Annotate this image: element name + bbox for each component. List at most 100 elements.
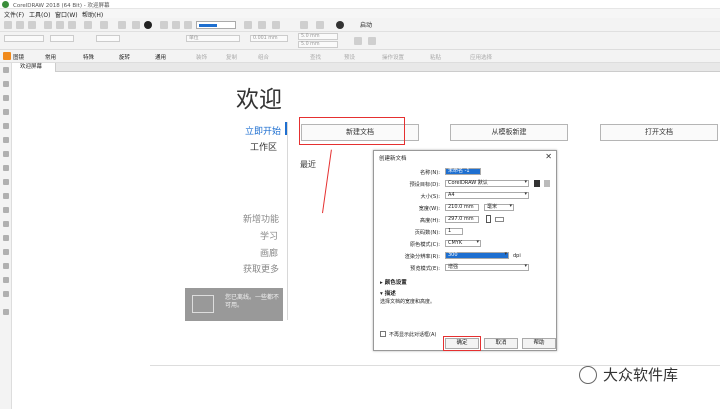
text-tool-icon[interactable] [3,193,9,199]
tab-welcome-screen[interactable]: 欢迎屏幕 [12,63,56,72]
workbar-item[interactable]: 图镜 [13,53,24,61]
name-field[interactable]: 未命名 -1 [445,168,481,175]
rectangle-tool-icon[interactable] [3,151,9,157]
shape-tool-icon[interactable] [3,81,9,87]
name-label: 名称(N): [419,170,440,176]
eyedropper-icon[interactable] [3,263,9,269]
workbar-item[interactable]: 查找 [310,53,321,61]
portrait-icon[interactable] [486,215,491,223]
smart-fill-icon[interactable] [3,291,9,297]
nudge-field[interactable]: 0.001 mm [250,35,288,42]
nav-get-started[interactable]: 立即开始 [201,124,281,137]
ellipse-tool-icon[interactable] [3,165,9,171]
resolution-label: 渲染分辨率(R): [404,254,440,260]
dont-show-checkbox[interactable] [380,331,386,337]
description-toggle[interactable]: ▾ 描述 [380,289,396,297]
snap-options-icon[interactable] [272,21,280,29]
page-icon[interactable] [244,21,252,29]
page-size-field[interactable] [4,35,44,42]
highlight-box [299,117,405,145]
open-icon[interactable] [16,21,24,29]
crop-tool-icon[interactable] [3,95,9,101]
resolution-select[interactable]: 300 [445,252,509,259]
units-field[interactable]: 单位 [186,35,240,42]
drop-shadow-icon[interactable] [3,235,9,241]
new-from-template-button[interactable]: 从模板新建 [450,124,568,141]
window-title: CorelDRAW 2018 (64 Bit) - 欢迎屏幕 [13,3,110,9]
guidelines-icon[interactable] [184,21,192,29]
height-field[interactable]: 297.0 mm [445,216,479,223]
workbar-item[interactable]: 预设 [344,53,355,61]
delete-preset-icon[interactable] [544,180,550,187]
new-icon[interactable] [4,21,12,29]
duplicate-y-field[interactable]: 5.0 mm [298,41,338,48]
launch-menu[interactable]: 启动 [360,20,372,29]
workbar-item[interactable]: 特殊 [83,53,94,61]
cut-icon[interactable] [44,21,52,29]
copy-icon[interactable] [56,21,64,29]
workbar-item[interactable]: 常用 [45,53,56,61]
undo-icon[interactable] [84,21,92,29]
workbar-item[interactable]: 粘贴 [430,53,441,61]
import-icon[interactable] [132,21,140,29]
options-icon[interactable] [316,21,324,29]
size-select[interactable]: A4 [445,192,529,199]
nav-learn[interactable]: 学习 [198,229,278,242]
polygon-tool-icon[interactable] [3,179,9,185]
redo-icon[interactable] [100,21,108,29]
page-height-field[interactable] [96,35,120,42]
search-icon[interactable] [118,21,126,29]
workspace-toolbar: 图镜 常用 特殊 旋转 通用 装饰 复制 组合 查找 预设 操作设置 粘贴 应用… [0,50,720,63]
nav-get-more[interactable]: 获取更多 [199,262,279,275]
pages-icon[interactable] [354,37,362,45]
snap-icon[interactable] [258,21,266,29]
open-document-button[interactable]: 打开文档 [600,124,718,141]
workbar-item[interactable]: 装饰 [196,53,207,61]
width-field[interactable]: 210.0 mm [445,204,479,211]
description-label: 描述 [384,291,396,297]
help-button[interactable]: 帮助 [522,338,556,349]
paste-icon[interactable] [68,21,76,29]
preset-select[interactable]: CorelDRAW 默认 [445,180,529,187]
add-tool-icon[interactable] [3,309,9,315]
preview-mode-select[interactable]: 增强 [445,264,529,271]
zoom-level-select[interactable] [196,21,236,29]
save-icon[interactable] [28,21,36,29]
page-width-field[interactable] [50,35,74,42]
workbar-item[interactable]: 组合 [258,53,269,61]
workbar-item[interactable]: 通用 [155,53,166,61]
cancel-button[interactable]: 取消 [484,338,518,349]
gear-icon[interactable] [336,21,344,29]
nav-gallery[interactable]: 画廊 [198,246,278,259]
bleed-icon[interactable] [300,21,308,29]
freehand-tool-icon[interactable] [3,123,9,129]
width-label: 宽度(W): [418,206,440,212]
workbar-item[interactable]: 操作设置 [382,53,404,61]
save-preset-icon[interactable] [534,180,540,187]
zoom-tool-icon[interactable] [3,109,9,115]
interactive-fill-icon[interactable] [3,277,9,283]
close-icon[interactable]: ✕ [545,152,552,161]
nav-whats-new[interactable]: 新增功能 [199,212,279,225]
workbar-item[interactable]: 应用选择 [470,53,492,61]
pick-tool-icon[interactable] [3,67,9,73]
pages-field[interactable]: 1 [445,228,463,235]
page-title: 欢迎 [236,87,282,113]
workbar-item[interactable]: 旋转 [119,53,130,61]
offline-tip-text: 您已离线。一些都不可用。 [225,294,280,309]
duplicate-x-field[interactable]: 5.0 mm [298,33,338,40]
grid-icon[interactable] [172,21,180,29]
color-settings-toggle[interactable]: ▸ 颜色设置 [380,278,407,286]
nav-workspace[interactable]: 工作区 [197,140,277,153]
workbar-item[interactable]: 复制 [226,53,237,61]
parallel-dimension-icon[interactable] [3,207,9,213]
color-mode-select[interactable]: CMYK [445,240,481,247]
convert-icon[interactable] [368,37,376,45]
unit-select[interactable]: 毫米 [484,204,514,211]
landscape-icon[interactable] [495,217,504,222]
transparency-icon[interactable] [3,249,9,255]
artistic-media-icon[interactable] [3,137,9,143]
connector-tool-icon[interactable] [3,221,9,227]
full-screen-icon[interactable] [160,21,168,29]
corel-connect-icon[interactable] [144,21,152,29]
